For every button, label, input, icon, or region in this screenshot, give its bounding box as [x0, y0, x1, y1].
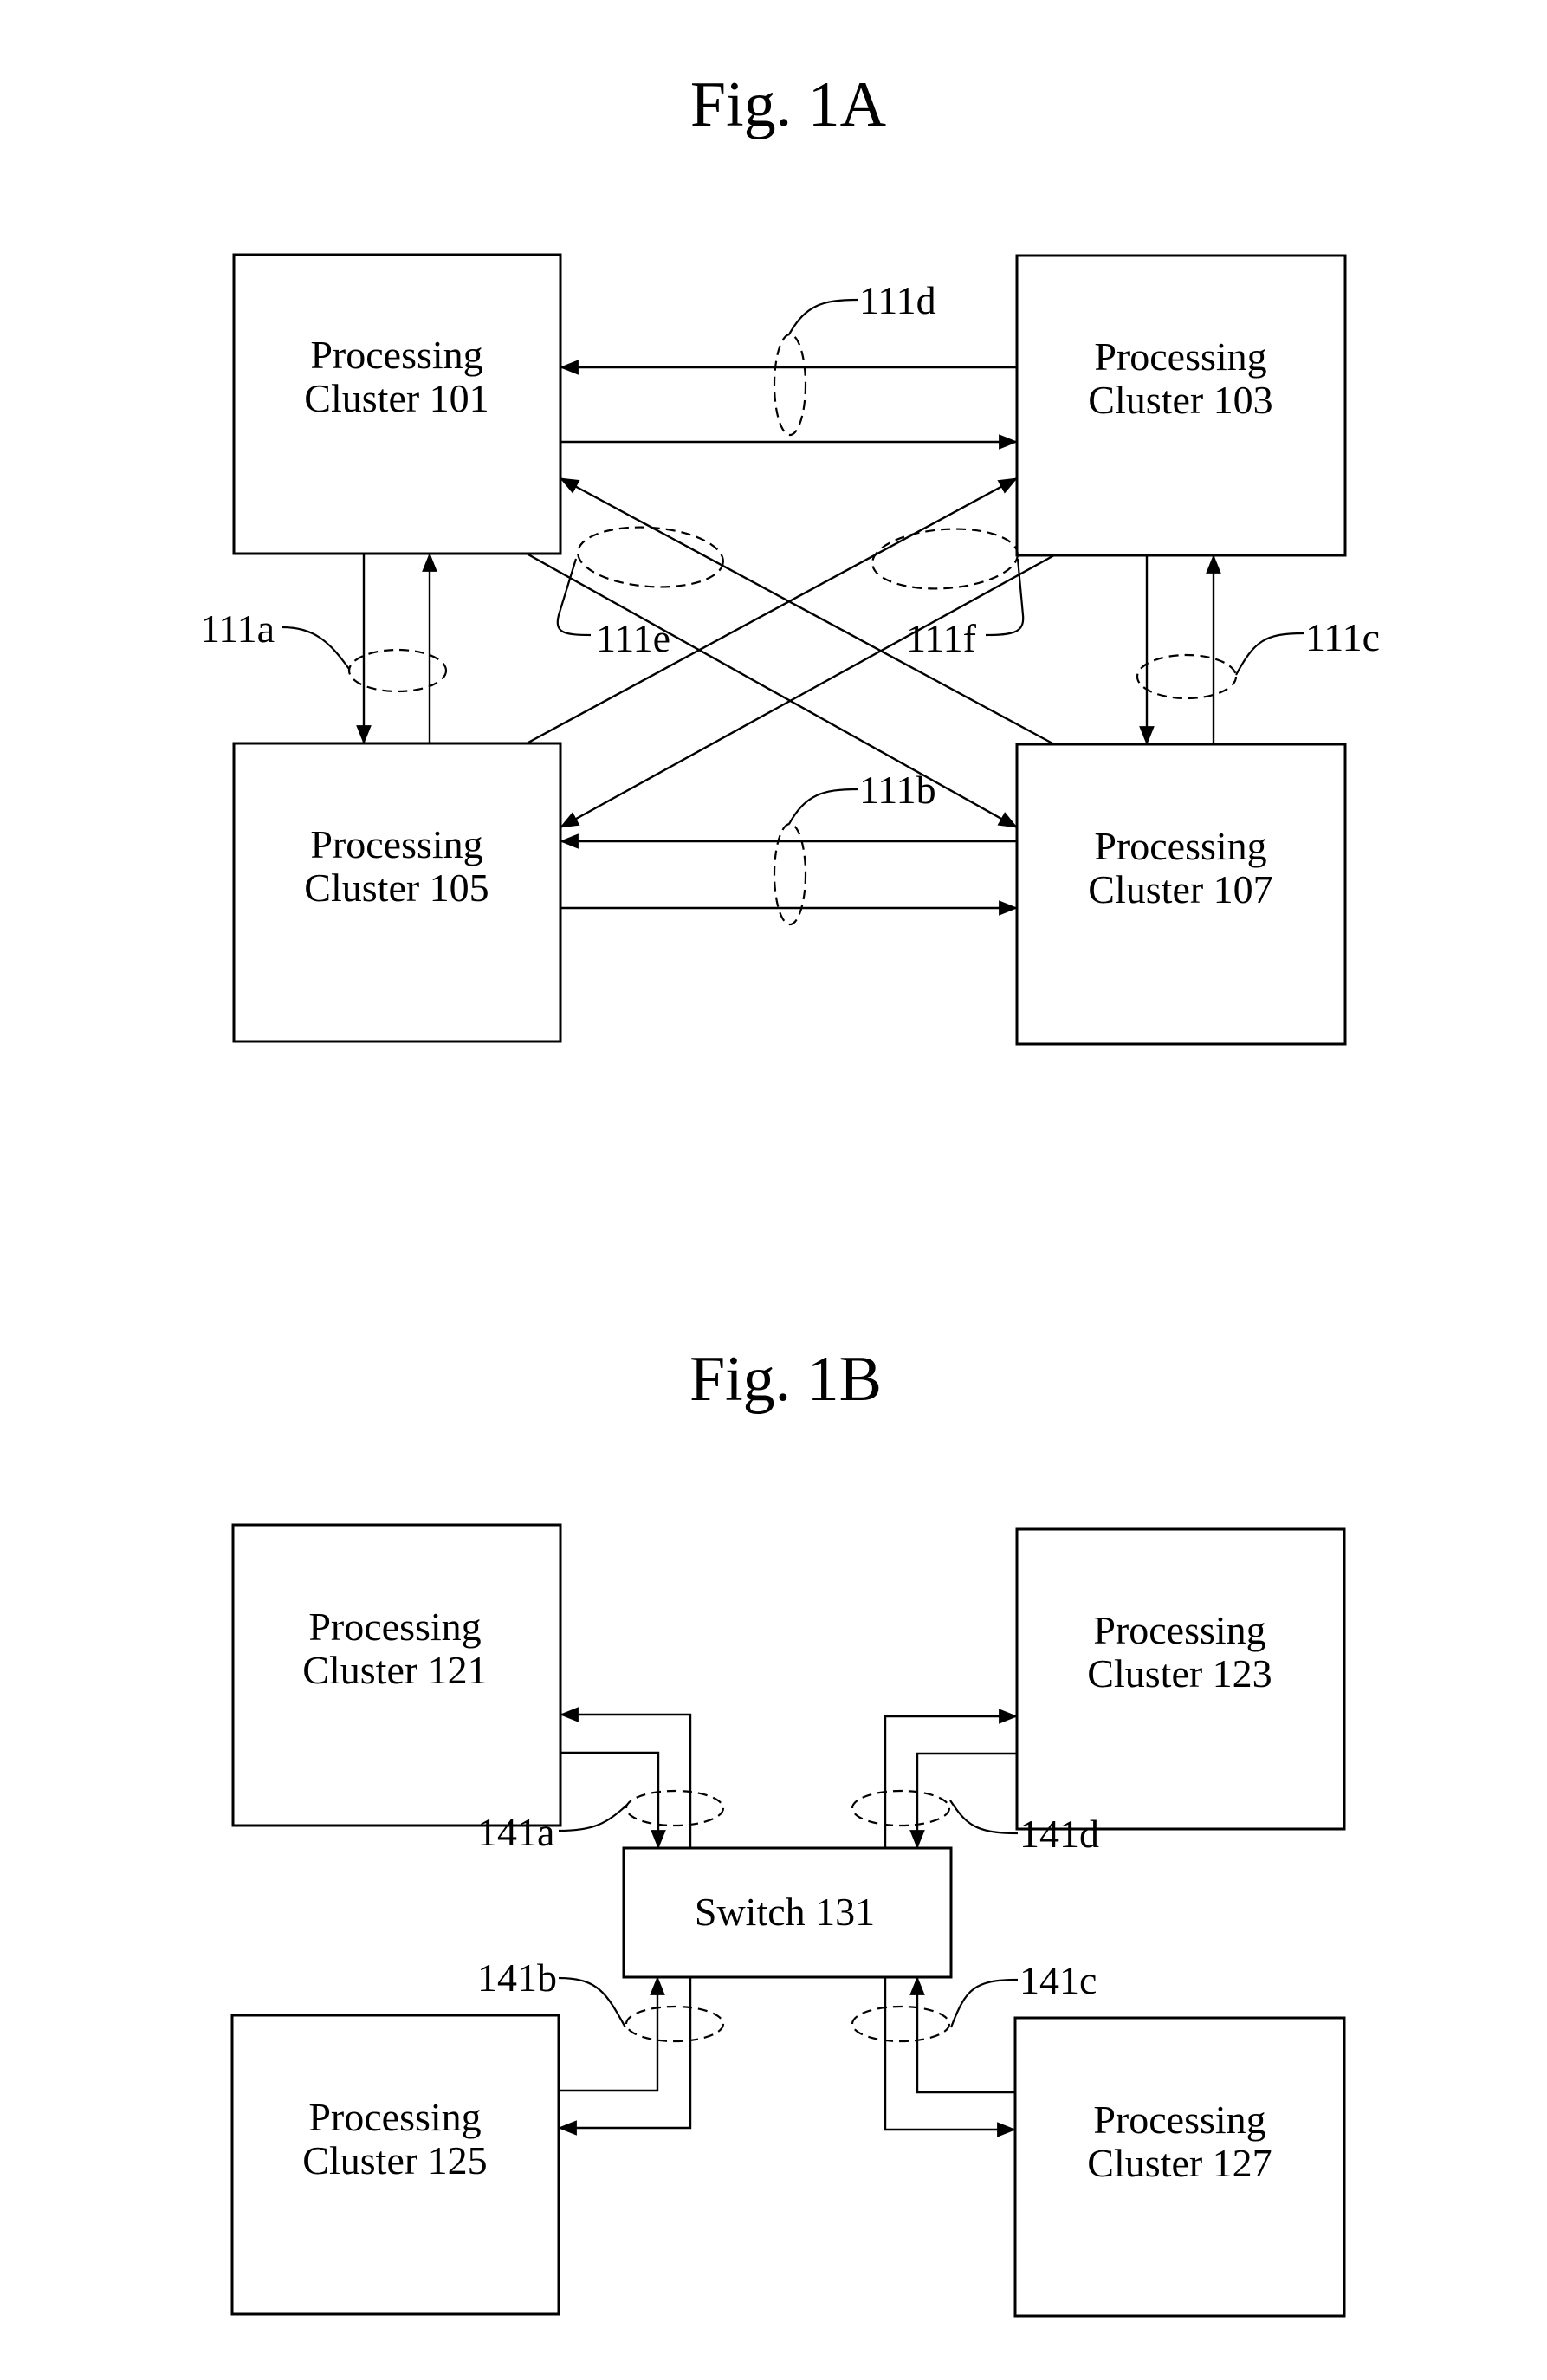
processing-cluster-125: Processing Cluster 125 [230, 2014, 560, 2316]
switch-131-label: Switch 131 [695, 1890, 875, 1934]
bundle-111b-ellipse [773, 822, 807, 926]
arrow-107-to-101 [560, 477, 1055, 746]
cluster-105-label-line2: Cluster 105 [304, 866, 489, 910]
bundle-111f-ellipse [871, 528, 1019, 590]
arrow-switch-to-123 [884, 1709, 1019, 1848]
leader-141a [558, 1804, 628, 1832]
ref-label-141b: 141b [477, 1955, 557, 2000]
processing-cluster-107: Processing Cluster 107 [1015, 743, 1347, 1046]
bundle-141d-ellipse [851, 1789, 951, 1827]
ref-label-111a: 111a [200, 606, 275, 651]
leader-111f [985, 558, 1025, 637]
arrow-127-to-switch [909, 1975, 1015, 2094]
bundle-141b-ellipse [625, 2005, 725, 2043]
arrow-125-to-switch [560, 1975, 665, 2092]
cluster-101-label-line2: Cluster 101 [304, 376, 489, 420]
bundle-111e-ellipse [577, 526, 724, 588]
ref-label-141d: 141d [1019, 1812, 1099, 1856]
cluster-123-label-line1: Processing [1093, 1608, 1265, 1652]
cluster-121-label-line1: Processing [308, 1605, 481, 1649]
bundle-111d-ellipse [773, 333, 807, 437]
cluster-103-label-line2: Cluster 103 [1088, 378, 1272, 422]
cluster-127-label-line1: Processing [1093, 2098, 1265, 2142]
link-111a: 111a [200, 552, 448, 745]
figure-1a: Fig. 1A Processing Cluster 101 Processin… [200, 69, 1380, 1046]
processing-cluster-123: Processing Cluster 123 [1015, 1527, 1346, 1831]
link-111c: 111c [1136, 554, 1380, 746]
arrow-101-to-107 [526, 552, 1018, 829]
cluster-123-label-line2: Cluster 123 [1087, 1651, 1272, 1696]
ref-label-111c: 111c [1305, 615, 1380, 659]
ref-label-141c: 141c [1019, 1958, 1097, 2002]
leader-141b [558, 1976, 626, 2028]
leader-111b [788, 788, 858, 825]
arrow-switch-to-121 [559, 1707, 692, 1848]
figure-1b: Fig. 1B Processing Cluster 121 Processin… [230, 1344, 1346, 2318]
switch-131: Switch 131 [622, 1846, 953, 1979]
cluster-105-label-line1: Processing [310, 822, 482, 866]
ref-label-141a: 141a [477, 1810, 554, 1854]
processing-cluster-105: Processing Cluster 105 [232, 742, 562, 1043]
arrow-switch-to-127 [884, 1977, 1017, 2137]
processing-cluster-127: Processing Cluster 127 [1013, 2016, 1346, 2318]
bundle-141a-ellipse [625, 1789, 725, 1827]
ref-label-111f: 111f [906, 616, 977, 660]
cluster-121-label-line2: Cluster 121 [302, 1648, 487, 1692]
leader-111a [282, 626, 350, 670]
bundle-111c-ellipse [1136, 653, 1238, 700]
arrow-121-to-switch [560, 1751, 666, 1850]
leader-141c [949, 1978, 1019, 2028]
leader-141d [949, 1800, 1019, 1835]
cluster-103-label-line1: Processing [1094, 334, 1266, 379]
ref-label-111e: 111e [596, 616, 670, 660]
bundle-141c-ellipse [851, 2005, 951, 2043]
leader-111d [788, 298, 858, 335]
cluster-101-label-line1: Processing [310, 333, 482, 377]
processing-cluster-121: Processing Cluster 121 [231, 1523, 562, 1827]
arrow-switch-to-125 [557, 1977, 692, 2136]
figure-1a-title: Fig. 1A [690, 69, 886, 140]
cluster-107-label-line2: Cluster 107 [1088, 867, 1272, 911]
leader-111e [556, 558, 592, 637]
cluster-125-label-line2: Cluster 125 [302, 2138, 487, 2182]
ref-label-111d: 111d [859, 278, 936, 322]
cluster-107-label-line1: Processing [1094, 824, 1266, 868]
leader-111c [1235, 632, 1304, 676]
cluster-125-label-line1: Processing [308, 2095, 481, 2139]
processing-cluster-103: Processing Cluster 103 [1015, 254, 1347, 557]
ref-label-111b: 111b [859, 768, 936, 812]
figure-1b-title: Fig. 1B [689, 1344, 882, 1415]
link-111d: 111d [559, 278, 1019, 450]
arrow-123-to-switch [909, 1752, 1017, 1850]
arrow-103-to-105 [560, 554, 1055, 829]
link-111b: 111b [559, 768, 1019, 926]
processing-cluster-101: Processing Cluster 101 [232, 253, 562, 555]
arrow-105-to-103 [526, 477, 1018, 745]
cluster-127-label-line2: Cluster 127 [1087, 2141, 1272, 2185]
patent-drawing-sheet: Fig. 1A Processing Cluster 101 Processin… [200, 69, 1380, 2318]
